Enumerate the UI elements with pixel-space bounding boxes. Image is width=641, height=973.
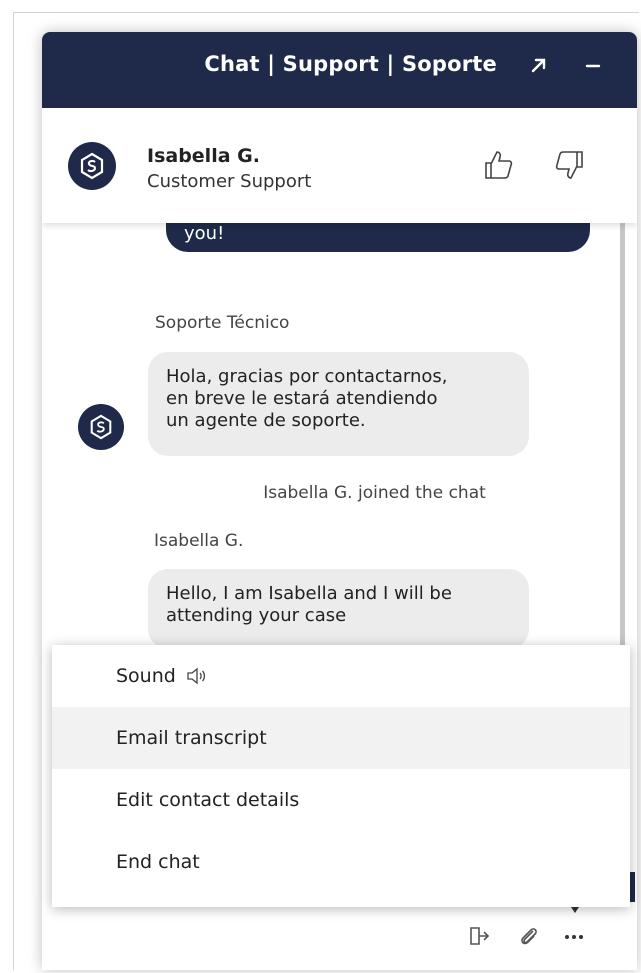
menu-item-label: Sound xyxy=(116,665,176,687)
end-chat-button[interactable] xyxy=(467,924,491,948)
thumbs-down-icon[interactable] xyxy=(552,148,586,182)
message-line: Hello, I am Isabella and I will be xyxy=(166,583,452,604)
menu-item-label: End chat xyxy=(116,851,200,873)
message-line: attending your case xyxy=(166,605,347,626)
chat-title: Chat | Support | Soporte xyxy=(204,52,497,76)
menu-item-label: Edit contact details xyxy=(116,789,300,811)
more-icon xyxy=(565,935,583,939)
speaker-icon xyxy=(187,667,205,685)
brand-logo-icon xyxy=(80,152,104,180)
attach-button[interactable] xyxy=(517,924,541,948)
brand-logo-icon xyxy=(90,414,112,440)
chat-header: Chat | Support | Soporte xyxy=(42,32,637,108)
thumbs-up-icon[interactable] xyxy=(482,148,516,182)
menu-item-email-transcript[interactable]: Email transcript xyxy=(52,707,630,769)
bot-avatar xyxy=(78,404,124,450)
scrollbar-thumb[interactable] xyxy=(620,188,625,648)
message-line: en breve le estará atendiendo xyxy=(166,388,438,409)
system-message: Isabella G. joined the chat xyxy=(263,483,486,503)
agent-role: Customer Support xyxy=(147,171,312,192)
bot-sender-name: Soporte Técnico xyxy=(155,313,290,333)
menu-item-edit-contact-details[interactable]: Edit contact details xyxy=(52,769,630,831)
bot-message-bubble: Hola, gracias por contactarnos, en breve… xyxy=(148,352,529,456)
agent-sender-name: Isabella G. xyxy=(154,531,244,551)
more-options-button[interactable] xyxy=(562,924,586,948)
agent-avatar xyxy=(68,142,116,190)
options-menu: Sound Email transcript Edit contact deta… xyxy=(52,645,630,907)
arrow-up-right-icon xyxy=(531,58,546,73)
minimize-button[interactable] xyxy=(578,50,608,80)
expand-button[interactable] xyxy=(524,50,554,80)
menu-item-end-chat[interactable]: End chat xyxy=(52,831,630,893)
message-line: un agente de soporte. xyxy=(166,410,366,431)
menu-item-sound[interactable]: Sound xyxy=(52,645,630,707)
message-line: Hola, gracias por contactarnos, xyxy=(166,366,448,387)
minus-icon xyxy=(585,64,601,68)
agent-message-bubble: Hello, I am Isabella and I will be atten… xyxy=(148,569,529,649)
paperclip-icon xyxy=(521,928,537,945)
agent-name: Isabella G. xyxy=(147,145,260,167)
message-text: you! xyxy=(184,223,225,244)
menu-item-label: Email transcript xyxy=(116,727,267,749)
exit-icon xyxy=(470,927,490,945)
agent-bar: Isabella G. Customer Support xyxy=(42,108,637,223)
